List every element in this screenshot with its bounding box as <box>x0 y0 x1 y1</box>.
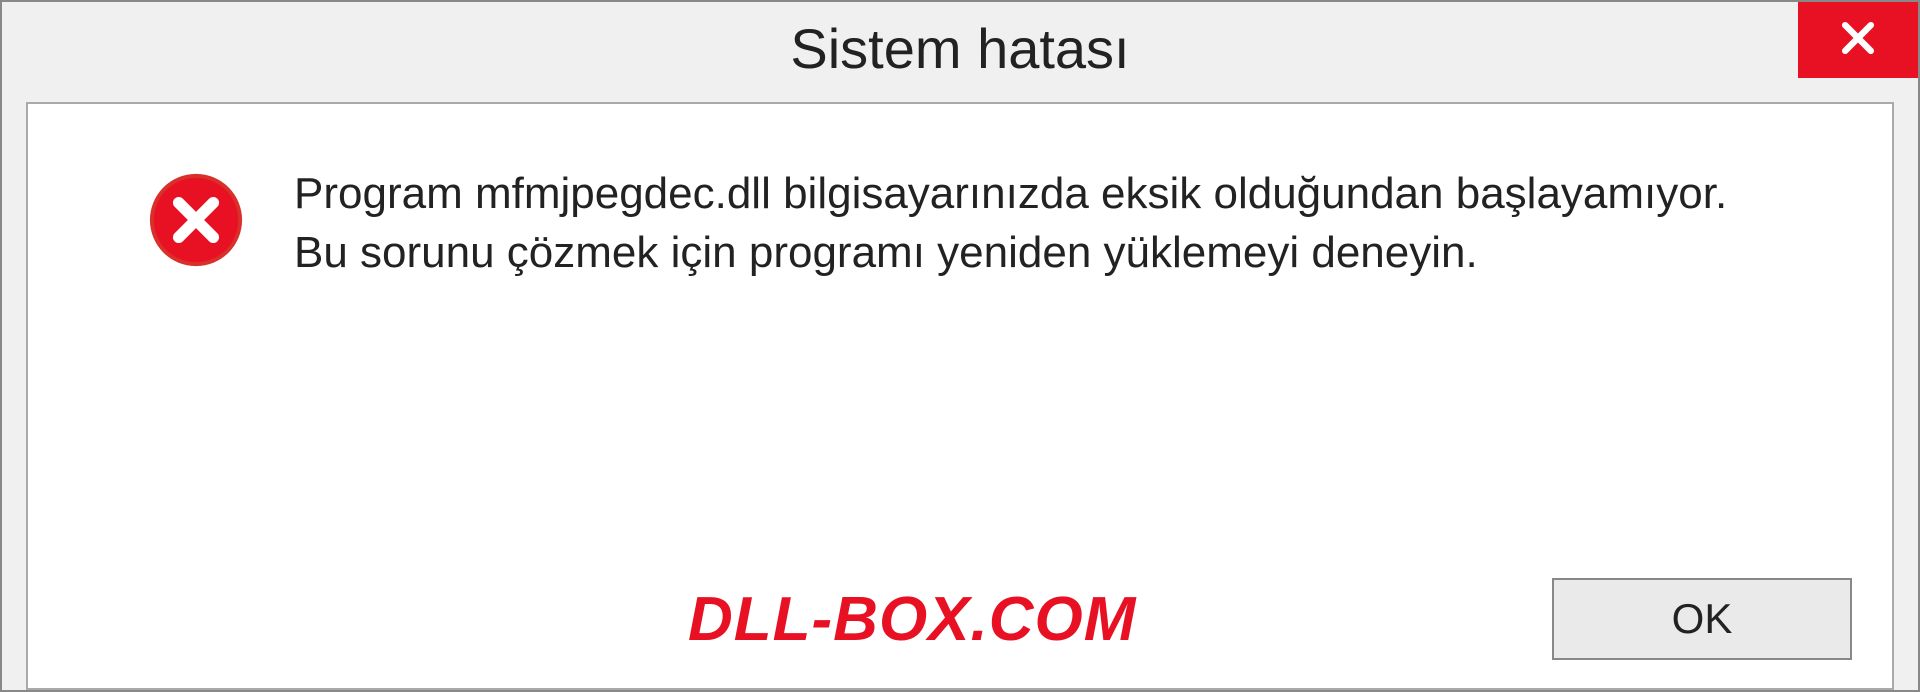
close-button[interactable] <box>1798 2 1918 78</box>
close-icon <box>1836 16 1880 65</box>
content-area: Program mfmjpegdec.dll bilgisayarınızda … <box>26 102 1894 690</box>
ok-button[interactable]: OK <box>1552 578 1852 660</box>
footer-row: DLL-BOX.COM OK <box>68 578 1852 660</box>
error-icon <box>148 172 244 268</box>
error-message: Program mfmjpegdec.dll bilgisayarınızda … <box>294 164 1772 283</box>
message-row: Program mfmjpegdec.dll bilgisayarınızda … <box>148 164 1772 283</box>
watermark-text: DLL-BOX.COM <box>688 584 1136 655</box>
titlebar: Sistem hatası <box>2 2 1918 94</box>
dialog-title: Sistem hatası <box>790 16 1129 81</box>
error-dialog: Sistem hatası Program mfmjpegdec.dll bil <box>0 0 1920 692</box>
